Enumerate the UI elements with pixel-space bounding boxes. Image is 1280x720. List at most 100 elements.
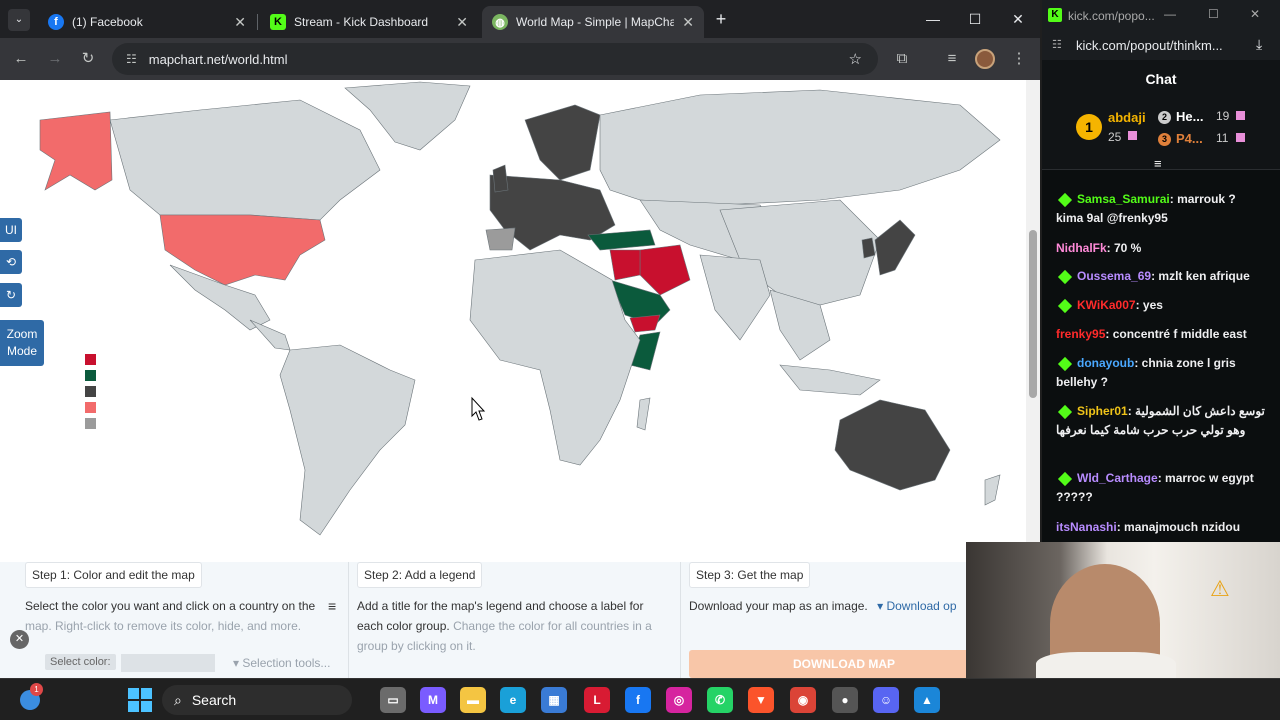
chat-username[interactable]: Samsa_Samurai (1077, 192, 1170, 206)
bookmark-star-icon[interactable]: ☆ (849, 50, 862, 68)
redo-button[interactable]: ↻ (0, 283, 22, 307)
subscriber-badge-icon (1057, 269, 1073, 284)
download-options-link[interactable]: ▾ Download op (877, 599, 956, 613)
letter-l-app-icon[interactable]: L (584, 687, 610, 713)
back-icon[interactable]: ← (10, 48, 32, 70)
chat-username[interactable]: Wld_Carthage (1077, 471, 1158, 485)
steps-panel: Step 1: Color and edit the map Step 2: A… (0, 562, 1026, 678)
chat-username[interactable]: Oussema_69 (1077, 269, 1151, 283)
site-info-icon[interactable]: ☷ (1052, 38, 1062, 51)
close-icon[interactable]: ✕ (10, 630, 29, 649)
media-controls-icon[interactable]: ≡ (941, 48, 963, 70)
minimize-icon[interactable]: — (1164, 7, 1176, 21)
facebook-icon: f (48, 14, 64, 30)
tab-kick-dashboard[interactable]: K Stream - Kick Dashboard ✕ (260, 6, 478, 38)
address-bar[interactable]: ☷ mapchart.net/world.html ☆ (112, 43, 878, 75)
profile-avatar[interactable] (975, 49, 995, 69)
obs-icon[interactable]: ● (832, 687, 858, 713)
chrome-icon[interactable]: ◉ (790, 687, 816, 713)
webcam-overlay: ⚠ (966, 542, 1280, 682)
country-spain (485, 227, 516, 251)
tab-step-2[interactable]: Step 2: Add a legend (357, 562, 483, 588)
brave-icon[interactable]: ▼ (748, 687, 774, 713)
download-icon[interactable]: ⤓ (1256, 36, 1262, 53)
browser-extra-icon[interactable]: ▭ (380, 687, 406, 713)
extensions-icon[interactable]: ⧉ (891, 48, 913, 70)
select-color-label: Select color: (45, 654, 116, 670)
search-icon: ⌕ (174, 691, 182, 708)
step-2-instructions: Add a title for the map's legend and cho… (357, 596, 667, 656)
download-map-button[interactable]: DOWNLOAD MAP (689, 650, 999, 678)
photos-icon[interactable]: ▲ (914, 687, 940, 713)
legend-swatch[interactable] (85, 370, 96, 381)
site-info-icon[interactable]: ☷ (126, 52, 137, 66)
instagram-icon[interactable]: ◎ (666, 687, 692, 713)
subscriber-badge-icon (1057, 356, 1073, 371)
chat-message: NidhalFk: 70 % (1056, 239, 1266, 258)
legend-swatch[interactable] (85, 402, 96, 413)
subscriber-badge-icon (1057, 404, 1073, 419)
close-tab-icon[interactable]: ✕ (682, 14, 694, 31)
maximize-icon[interactable]: ☐ (1208, 7, 1219, 21)
legend-swatch[interactable] (85, 418, 96, 429)
close-tab-icon[interactable]: ✕ (456, 14, 468, 31)
undo-button[interactable]: ⟲ (0, 250, 22, 274)
edge-icon[interactable]: e (500, 687, 526, 713)
chat-header: Chat (1042, 60, 1280, 98)
scrollbar-thumb[interactable] (1029, 230, 1037, 398)
taskbar-search[interactable]: ⌕ Search (162, 685, 352, 715)
whatsapp-icon[interactable]: ✆ (707, 687, 733, 713)
chat-message: Samsa_Samurai: marrouk ? kima 9al @frenk… (1056, 190, 1266, 228)
step-3-instructions: Download your map as an image. ▾ Downloa… (689, 596, 1009, 616)
color-picker[interactable] (121, 654, 215, 672)
tab-mapchart[interactable]: ◍ World Map - Simple | MapChar ✕ (482, 6, 704, 38)
discord-icon[interactable]: ☺ (873, 687, 899, 713)
store-icon[interactable]: ▦ (541, 687, 567, 713)
legend-swatch[interactable] (85, 386, 96, 397)
zoom-mode-button[interactable]: Zoom Mode (0, 320, 44, 366)
new-tab-button[interactable]: + (710, 8, 732, 30)
tab-step-1[interactable]: Step 1: Color and edit the map (25, 562, 202, 588)
m365-icon[interactable]: M (420, 687, 446, 713)
file-explorer-icon[interactable]: ▬ (460, 687, 486, 713)
gifter-leaderboard: 1 abdaji 25 2 He... 19 3 P4... 11 ≡ (1042, 98, 1280, 171)
chat-username[interactable]: donayoub (1077, 356, 1134, 370)
close-tab-icon[interactable]: ✕ (234, 14, 246, 31)
chat-window-title: kick.com/popo... (1068, 9, 1155, 23)
step-divider (680, 562, 681, 678)
reload-icon[interactable]: ↻ (77, 48, 99, 70)
subscriber-badge-icon (1057, 298, 1073, 313)
chat-username[interactable]: frenky95 (1056, 327, 1105, 341)
chrome-menu-icon[interactable]: ⋮ (1008, 48, 1030, 70)
step-1-text: Select the color you want and click on a… (25, 599, 316, 613)
chat-username[interactable]: itsNanashi (1056, 520, 1117, 534)
world-map-svg[interactable] (0, 80, 1026, 560)
tab-facebook[interactable]: f (1) Facebook ✕ (38, 6, 256, 38)
minimize-icon[interactable]: — (918, 8, 948, 30)
selection-tools-link[interactable]: ▾ Selection tools... (233, 656, 330, 670)
chat-username[interactable]: NidhalFk (1056, 241, 1107, 255)
world-map[interactable]: UI ⟲ ↻ Zoom Mode (0, 80, 1026, 560)
step-1-menu-icon[interactable]: ≡ (328, 598, 336, 614)
chat-message-text: : 70 % (1106, 241, 1142, 255)
tab-divider (257, 14, 258, 30)
country-uk (492, 164, 509, 193)
leader-3-count: 11 (1216, 131, 1229, 145)
tab-title: World Map - Simple | MapChar (516, 15, 675, 29)
legend-swatch[interactable] (85, 354, 96, 365)
tab-search-dropdown[interactable]: ⌄ (8, 9, 30, 31)
ui-toggle-button[interactable]: UI (0, 218, 22, 242)
close-window-icon[interactable]: ✕ (1003, 8, 1033, 30)
maximize-icon[interactable]: ☐ (960, 8, 990, 30)
close-window-icon[interactable]: ✕ (1250, 7, 1260, 21)
tab-title: Stream - Kick Dashboard (294, 15, 429, 29)
tab-step-3[interactable]: Step 3: Get the map (689, 562, 811, 588)
gift-icon (1236, 133, 1245, 142)
url-text: mapchart.net/world.html (148, 51, 288, 67)
chat-username[interactable]: KWiKa007 (1077, 298, 1136, 312)
collapse-chevron-icon[interactable]: ≡ (1154, 156, 1162, 171)
forward-icon[interactable]: → (44, 48, 66, 70)
facebook-icon[interactable]: f (625, 687, 651, 713)
chat-username[interactable]: Sipher01 (1077, 404, 1128, 418)
windows-start-icon[interactable] (128, 688, 152, 712)
